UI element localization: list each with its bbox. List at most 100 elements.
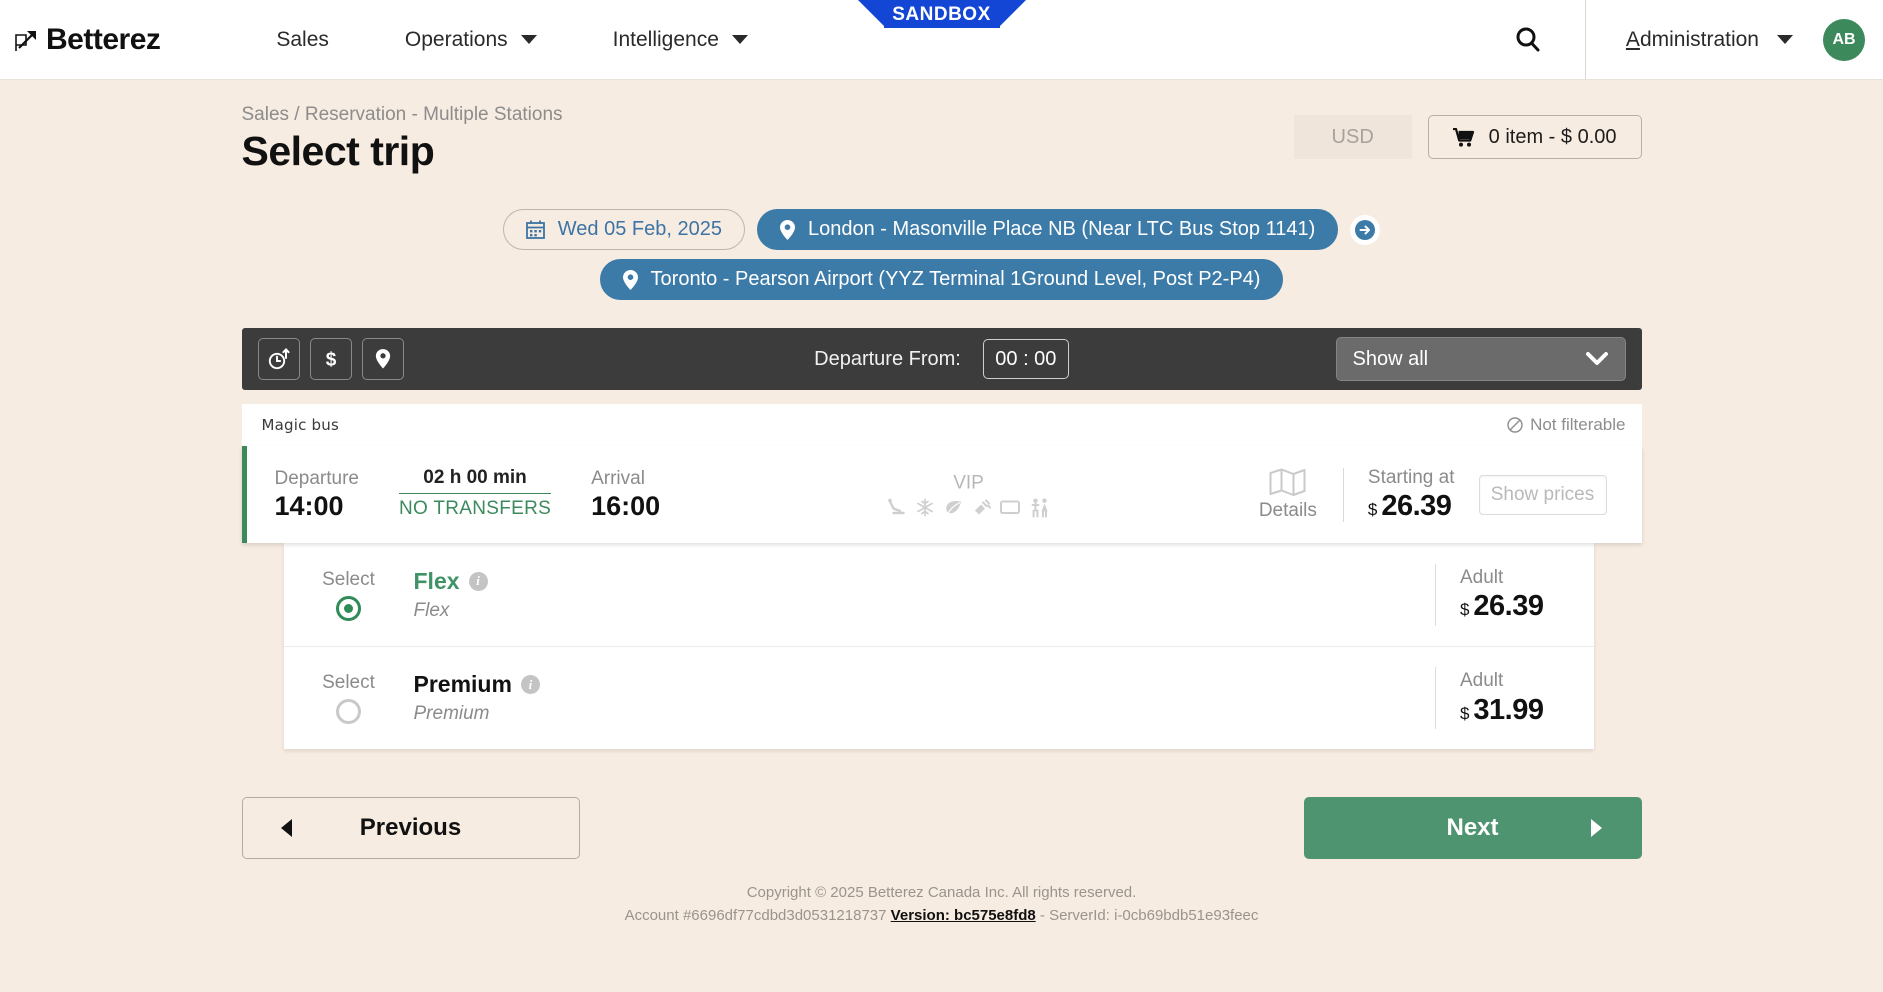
footer-server: - ServerId: i-0cb69bdb51e93feec	[1039, 907, 1259, 925]
nav-item-operations[interactable]: Operations	[367, 28, 575, 52]
arrival-label: Arrival	[591, 468, 645, 490]
fare-price-line: $ 31.99	[1460, 694, 1544, 727]
trip-actions: Details Starting at $ 26.39 Show prices	[1259, 466, 1642, 523]
duration-value: 02 h 00 min	[399, 467, 552, 495]
origin-pill-label: London - Masonville Place NB (Near LTC B…	[807, 218, 1316, 240]
map-pin-icon	[622, 269, 638, 290]
svg-text:$: $	[325, 350, 336, 371]
departure-time-input[interactable]: 00 : 00	[982, 339, 1069, 379]
restroom-icon	[1031, 498, 1048, 517]
departure-label: Departure	[274, 468, 360, 490]
show-all-select-value: Show all	[1352, 347, 1429, 370]
fare-currency: $	[1459, 600, 1470, 620]
account-menu-rest: dministration	[1639, 27, 1759, 51]
sort-by-time-button[interactable]	[257, 338, 300, 380]
cart-button[interactable]: 0 item - $ 0.00	[1427, 115, 1642, 159]
trip-row[interactable]: Departure 14:00 02 h 00 min NO TRANSFERS…	[241, 446, 1642, 543]
show-prices-button[interactable]: Show prices	[1478, 474, 1607, 515]
next-button-label: Next	[1446, 814, 1499, 841]
fare-price-line: $ 26.39	[1460, 590, 1544, 623]
sort-by-price-button[interactable]: $	[309, 338, 352, 380]
snowflake-icon	[916, 498, 933, 516]
currency-display: USD	[1293, 115, 1412, 159]
dollar-icon: $	[325, 350, 336, 371]
page-footer: Copyright © 2025 Betterez Canada Inc. Al…	[242, 881, 1642, 928]
destination-pill-label: Toronto - Pearson Airport (YYZ Terminal …	[650, 268, 1261, 290]
fare-description: Flex	[413, 599, 450, 621]
arrow-right-icon	[1590, 819, 1602, 837]
origin-pill[interactable]: London - Masonville Place NB (Near LTC B…	[756, 209, 1339, 250]
starting-price-line: $ 26.39	[1368, 490, 1455, 523]
footer-version-link[interactable]: Version: bc575e8fd8	[891, 907, 1036, 924]
fare-price-block: Adult $ 31.99	[1434, 667, 1594, 729]
search-summary-pills: Wed 05 Feb, 2025 London - Masonville Pla…	[242, 209, 1642, 300]
calendar-icon	[525, 220, 545, 239]
starting-amount: 26.39	[1381, 489, 1452, 522]
fare-name: Premium	[413, 671, 512, 697]
fare-info: Flex i Flex	[414, 568, 488, 622]
next-button[interactable]: Next	[1303, 797, 1642, 859]
sandbox-label: SANDBOX	[892, 3, 991, 25]
search-icon	[1516, 27, 1540, 51]
brand-logo[interactable]: Betterez	[14, 22, 161, 57]
no-entry-icon	[1507, 417, 1523, 433]
tv-monitor-icon	[999, 500, 1020, 514]
chevron-down-icon	[731, 35, 748, 44]
footer-account: Account #6696df77cdbd3d0531218737	[624, 907, 887, 925]
nav-item-intelligence[interactable]: Intelligence	[575, 28, 786, 52]
info-icon[interactable]: i	[520, 675, 540, 694]
nav-item-sales-label: Sales	[276, 27, 329, 51]
power-plug-icon	[974, 499, 991, 514]
departure-column: Departure 14:00	[275, 467, 360, 522]
cart-icon	[1452, 127, 1474, 147]
leaf-icon	[945, 500, 961, 514]
fare-description: Premium	[413, 703, 490, 724]
carrier-name: Magic bus	[261, 416, 339, 434]
trip-times: Departure 14:00 02 h 00 min NO TRANSFERS…	[247, 467, 661, 522]
avatar[interactable]: AB	[1823, 18, 1865, 61]
account-menu[interactable]: Administration	[1586, 28, 1823, 52]
chevron-down-icon	[1777, 35, 1793, 44]
betterez-logo-icon	[15, 30, 36, 51]
departure-time: 14:00	[274, 490, 344, 521]
starting-at-label: Starting at	[1367, 467, 1455, 489]
swap-direction-button[interactable]	[1350, 214, 1381, 245]
map-pin-icon	[375, 349, 390, 369]
radio-button-premium[interactable]	[336, 699, 361, 724]
destination-pill[interactable]: Toronto - Pearson Airport (YYZ Terminal …	[599, 259, 1284, 300]
previous-button-label: Previous	[359, 814, 462, 841]
top-navigation-bar: Betterez Sales Operations Intelligence A…	[0, 0, 1883, 80]
nav-item-sales[interactable]: Sales	[238, 28, 367, 52]
fare-price-block: Adult $ 26.39	[1434, 563, 1594, 626]
transfers-value: NO TRANSFERS	[399, 498, 552, 520]
starting-price-block: Starting at $ 26.39	[1344, 466, 1479, 523]
nav-item-intelligence-label: Intelligence	[612, 27, 719, 51]
brand-name: Betterez	[46, 22, 161, 56]
chevron-down-icon	[520, 35, 537, 44]
fare-select-flex[interactable]: Select	[284, 569, 414, 621]
account-menu-label: Administration	[1626, 28, 1759, 52]
arrival-time: 16:00	[591, 490, 661, 521]
fare-row[interactable]: Select Premium i Premium Adult $ 31.99	[283, 646, 1594, 749]
show-all-select[interactable]: Show all	[1335, 337, 1626, 381]
nav-item-operations-label: Operations	[404, 27, 508, 51]
not-filterable-badge: Not filterable	[1507, 415, 1626, 435]
details-label: Details	[1258, 499, 1317, 521]
date-pill[interactable]: Wed 05 Feb, 2025	[502, 209, 745, 250]
radio-button-flex[interactable]	[336, 595, 361, 621]
passenger-type-label: Adult	[1459, 670, 1504, 692]
search-button[interactable]	[1471, 0, 1586, 79]
map-icon	[1269, 468, 1306, 496]
previous-button[interactable]: Previous	[241, 797, 580, 859]
arrow-right-icon	[1355, 219, 1376, 240]
fare-select-premium[interactable]: Select	[284, 672, 414, 724]
sort-by-station-button[interactable]	[361, 338, 404, 380]
fare-list: Select Flex i Flex Adult $ 26.39 Select …	[283, 543, 1594, 749]
fare-row[interactable]: Select Flex i Flex Adult $ 26.39	[284, 543, 1594, 646]
info-icon[interactable]: i	[468, 571, 488, 591]
select-label: Select	[322, 672, 375, 693]
vip-label: VIP	[953, 472, 984, 493]
reclining-seat-icon	[887, 498, 905, 514]
details-button[interactable]: Details	[1258, 467, 1344, 522]
footer-meta: Account #6696df77cdbd3d0531218737 Versio…	[242, 904, 1642, 927]
